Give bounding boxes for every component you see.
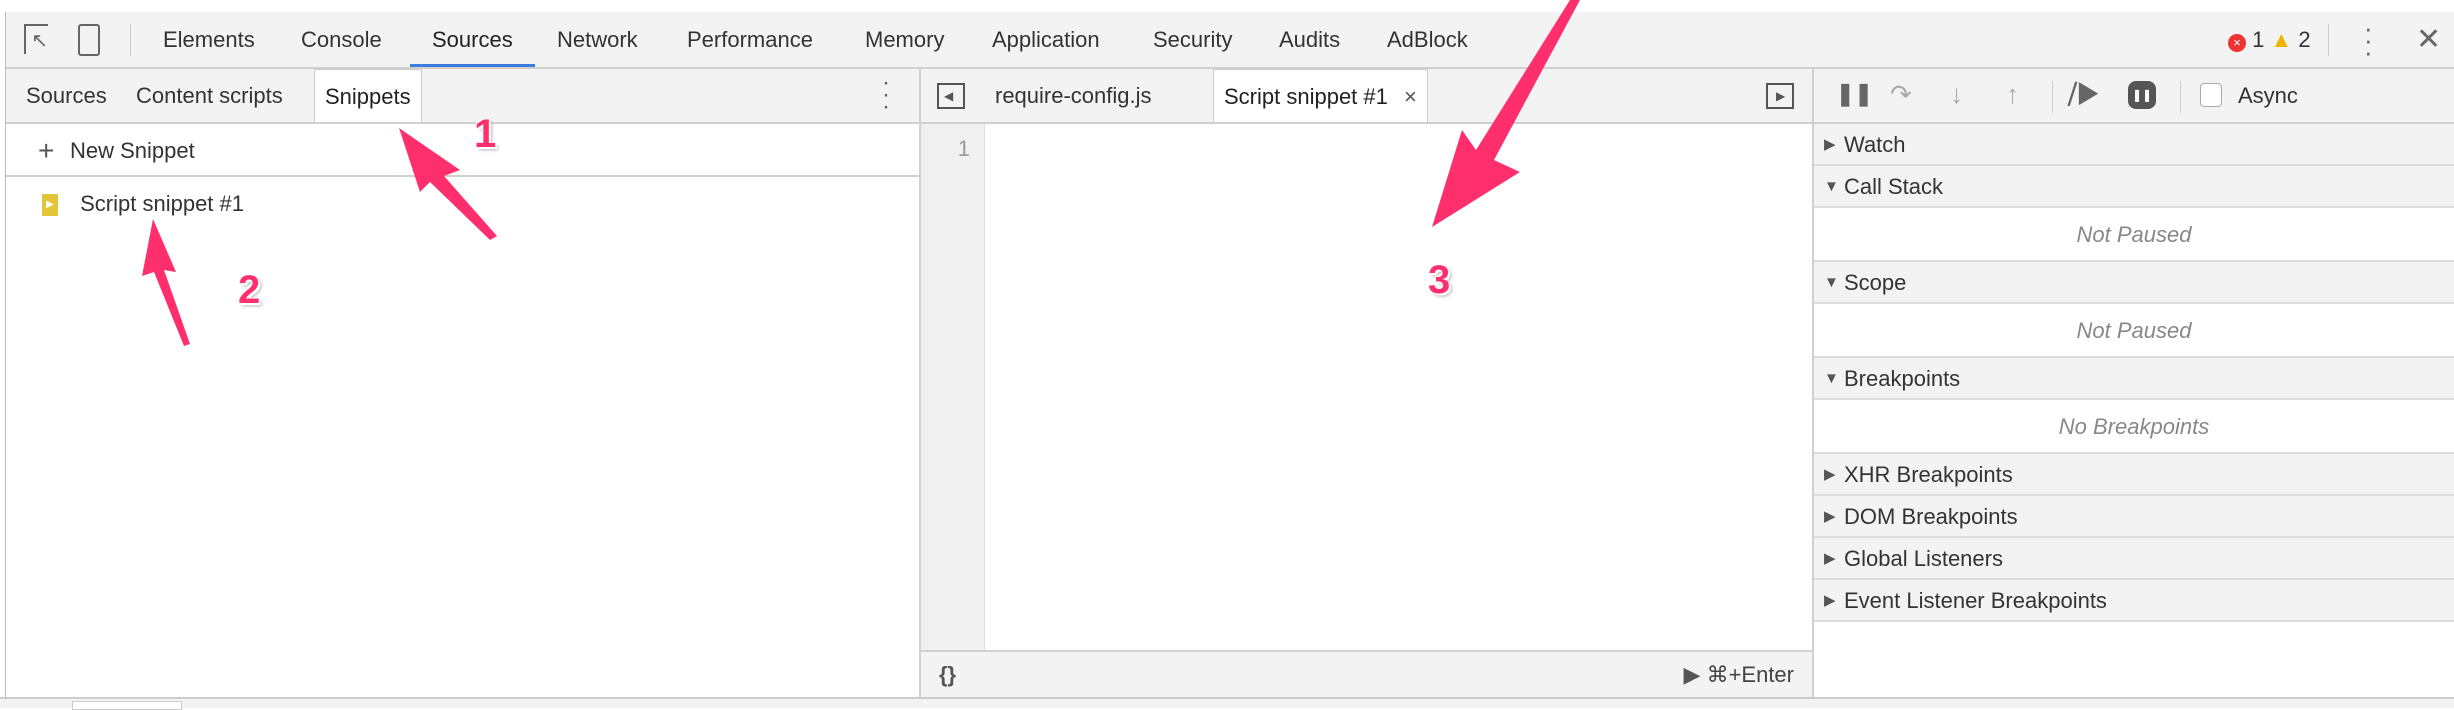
- annotation-arrows: [142, 0, 1580, 346]
- annotation-number-2: 2: [238, 268, 261, 312]
- annotation-arrow-2: [142, 219, 190, 346]
- annotation-number-3: 3: [1428, 258, 1451, 302]
- annotation-number-1: 1: [474, 112, 497, 156]
- annotation-arrow-3: [1432, 0, 1580, 227]
